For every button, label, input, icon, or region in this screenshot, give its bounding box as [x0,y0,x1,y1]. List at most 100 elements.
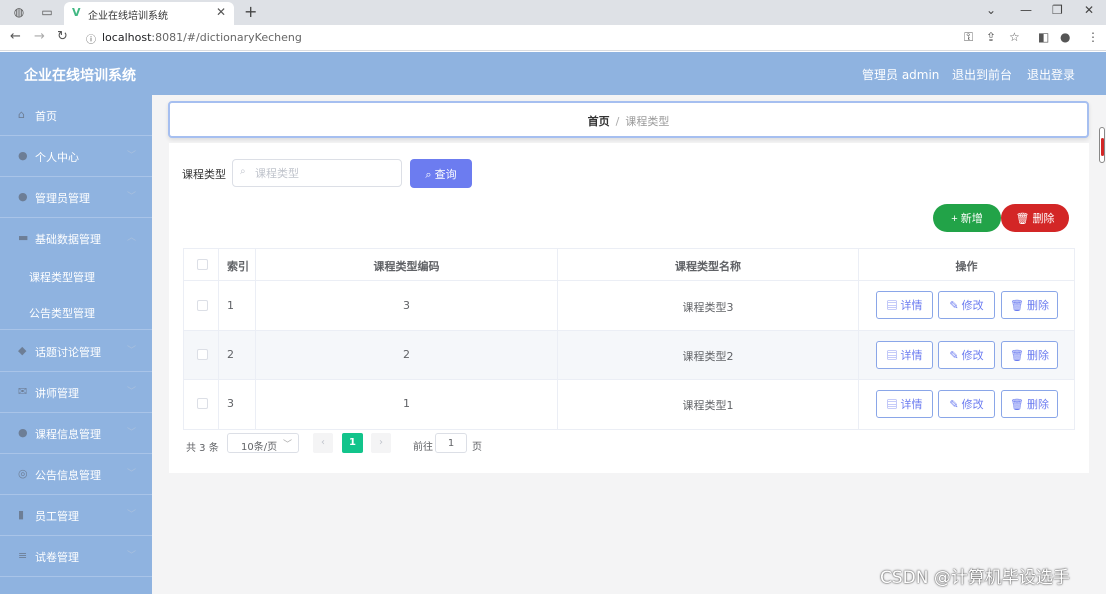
trash-icon: 🗑 [1009,350,1028,362]
logout-link[interactable]: 退出登录 [1027,66,1075,83]
row-checkbox[interactable] [197,398,208,409]
new-tab-icon[interactable]: + [244,2,257,21]
detail-label: 详情 [900,350,923,362]
sidepanel-icon[interactable]: ◧ [1038,30,1049,44]
close-icon[interactable]: ✕ [1084,3,1094,17]
front-link[interactable]: 退出到前台 [952,66,1012,83]
row-checkbox[interactable] [197,300,208,311]
chevron-down-icon[interactable]: ⌄ [986,3,996,17]
sidebar-subitem-label: 课程类型管理 [29,271,95,284]
detail-button[interactable]: ▤ 详情 [876,291,933,319]
key-icon[interactable]: ⚿ [964,30,973,45]
pencil-icon: ✎ [949,300,962,312]
cell-index: 3 [227,397,234,410]
next-page-button[interactable]: › [371,433,391,453]
breadcrumb-current: 课程类型 [625,115,670,128]
forward-icon[interactable]: → [34,29,45,44]
sidebar-item-courses[interactable]: ● 课程信息管理 ﹀ [0,413,152,454]
delete-label: 删除 [1027,300,1050,312]
row-delete-button[interactable]: 🗑 删除 [1001,341,1058,369]
sidebar-item-profile[interactable]: ● 个人中心 ﹀ [0,136,152,177]
user-icon: ● [18,426,28,439]
edit-button[interactable]: ✎ 修改 [938,291,995,319]
select-all-checkbox[interactable] [197,259,208,270]
row-delete-button[interactable]: 🗑 删除 [1001,390,1058,418]
sidebar-subitem-course-type[interactable]: 课程类型管理 [0,258,152,294]
more-icon[interactable]: ⋮ [1087,30,1099,44]
tab-close-icon[interactable]: ✕ [216,5,226,19]
breadcrumb-home[interactable]: 首页 [588,115,610,128]
trash-icon: 🗑 [1009,399,1028,411]
minimize-icon[interactable]: — [1020,3,1032,17]
trash-icon: 🗑 [1015,213,1033,225]
sidebar-subitem-notice-type[interactable]: 公告类型管理 [0,294,152,330]
globe-icon[interactable]: ◍ [12,5,26,19]
scrollbar-thumb[interactable] [1101,138,1104,156]
chevron-down-icon: ﹀ [126,192,136,202]
sidebar-item-employees[interactable]: ▮ 员工管理 ﹀ [0,495,152,536]
edit-button[interactable]: ✎ 修改 [938,341,995,369]
delete-button[interactable]: 🗑 删除 [1001,204,1069,232]
sidebar-item-topics[interactable]: ◆ 话题讨论管理 ﹀ [0,331,152,372]
chevron-down-icon: ﹀ [126,551,136,561]
document-icon: ▤ [886,399,901,411]
url-field[interactable]: ⓘ localhost:8081/#/dictionaryKecheng [80,28,950,48]
watermark: CSDN @计算机毕设选手 [880,568,1070,588]
sidebar-item-exams[interactable]: ≡ 试卷管理 ﹀ [0,536,152,577]
prev-page-button[interactable]: ‹ [313,433,333,453]
sidebar-item-label: 公告信息管理 [35,469,101,482]
breadcrumb: 首页 / 课程类型 [168,101,1089,138]
browser-tab-bar: ◍ ▭ V 企业在线培训系统 ✕ + ⌄ — ❐ ✕ [0,0,1106,25]
pencil-icon: ✎ [949,350,962,362]
compass-icon: ◎ [18,467,28,480]
page-size-select[interactable]: 10条/页 ﹀ [227,433,299,453]
page-number-active[interactable]: 1 [342,433,363,453]
share-icon[interactable]: ⇪ [986,30,996,44]
detail-button[interactable]: ▤ 详情 [876,390,933,418]
pagination: 共 3 条 10条/页 ﹀ ‹ 1 › 前往 页 [186,433,786,457]
cell-name: 课程类型1 [682,399,734,412]
admin-label: 管理员 admin [862,68,940,82]
back-icon[interactable]: ← [10,29,21,44]
app-title: 企业在线培训系统 [24,68,136,84]
sidebar-item-teachers[interactable]: ✉ 讲师管理 ﹀ [0,372,152,413]
search-input[interactable] [232,159,402,187]
page-suffix: 页 [472,442,482,453]
sidebar-item-label: 管理员管理 [35,192,90,205]
delete-label: 删除 [1027,399,1050,411]
star-icon[interactable]: ☆ [1009,30,1020,44]
browser-tab[interactable]: V 企业在线培训系统 ✕ [64,2,234,25]
query-button-label: 查询 [434,168,457,181]
chevron-down-icon: ﹀ [126,428,136,438]
reload-icon[interactable]: ↻ [57,29,68,44]
user-icon: ● [18,190,28,203]
add-button[interactable]: + 新增 [933,204,1001,232]
sidebar-item-basic-data[interactable]: ▬ 基础数据管理 ︿ [0,218,152,259]
header-code: 课程类型编码 [373,260,440,273]
edit-button[interactable]: ✎ 修改 [938,390,995,418]
sidebar-item-admins[interactable]: ● 管理员管理 ﹀ [0,177,152,218]
browser-address-bar: ← → ↻ ⓘ localhost:8081/#/dictionaryKeche… [0,25,1106,51]
sidebar-item-home[interactable]: ⌂ 首页 [0,95,152,136]
detail-button[interactable]: ▤ 详情 [876,341,933,369]
profile-icon[interactable]: ● [1060,30,1070,44]
info-icon[interactable]: ⓘ [86,31,96,46]
sidebar-item-label: 讲师管理 [35,387,79,400]
query-button[interactable]: ⌕ 查询 [410,159,472,188]
chevron-down-icon: ﹀ [126,151,136,161]
detail-label: 详情 [900,399,923,411]
detail-label: 详情 [900,300,923,312]
sidebar-item-notices[interactable]: ◎ 公告信息管理 ﹀ [0,454,152,495]
scrollbar[interactable] [1099,127,1105,163]
location-icon: ◆ [18,344,27,357]
cell-name: 课程类型3 [682,301,734,314]
sidebar: ⌂ 首页 ● 个人中心 ﹀ ● 管理员管理 ﹀ ▬ 基础数据管理 ︿ 课程类型管… [0,95,152,594]
goto-page-input[interactable] [435,433,467,453]
tab-placeholder-icon[interactable]: ▭ [40,5,54,19]
restore-icon[interactable]: ❐ [1052,3,1063,17]
row-delete-button[interactable]: 🗑 删除 [1001,291,1058,319]
row-checkbox[interactable] [197,349,208,360]
edit-label: 修改 [961,350,984,362]
cell-code: 2 [403,348,410,361]
add-button-label: 新增 [960,213,983,225]
